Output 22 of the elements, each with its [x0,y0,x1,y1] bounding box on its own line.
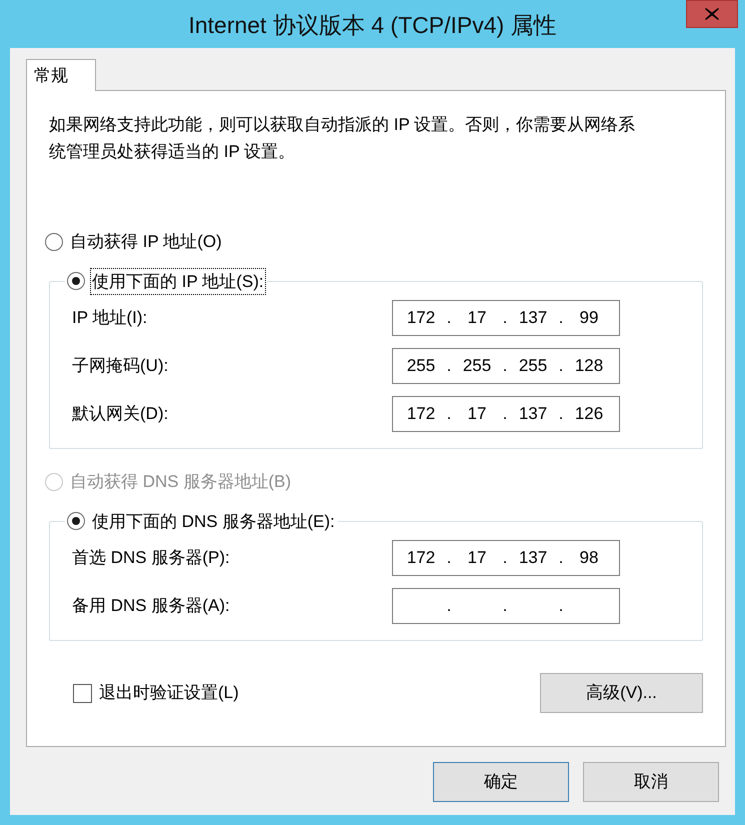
field-label: 首选 DNS 服务器(P): [72,547,231,570]
radio-button[interactable]: 使用下面的 IP 地址(S): [65,268,267,294]
field-label: 默认网关(D): [72,403,170,426]
tab[interactable]: 常规 [26,59,96,91]
close-button[interactable] [686,0,738,28]
ip-address-field[interactable]: 172 . 17 . 137 . 98 [392,540,620,576]
field-label: IP 地址(I): [72,307,148,330]
advanced-button[interactable]: 高级(V)... [540,673,703,713]
field-label: 子网掩码(U): [72,355,170,378]
ip-address-field[interactable]: . . . [392,588,620,624]
field-label: 备用 DNS 服务器(A): [72,595,231,618]
checkbox[interactable]: 退出时验证设置(L) [73,680,239,706]
radio-button[interactable]: 自动获得 IP 地址(O) [43,229,225,254]
ip-address-field[interactable]: 172 . 17 . 137 . 99 [392,300,620,336]
radio-button[interactable]: 使用下面的 DNS 服务器地址(E): [65,508,338,534]
ip-address-field[interactable]: 172 . 17 . 137 . 126 [392,396,620,432]
dialog-button[interactable]: 确定 [433,762,569,802]
ip-address-field[interactable]: 255 . 255 . 255 . 128 [392,348,620,384]
dialog-button[interactable]: 取消 [583,762,719,802]
close-icon [705,8,719,20]
description-text: 如果网络支持此功能，则可以获取自动指派的 IP 设置。否则，你需要从网络系统管理员处获得适当的 IP 设置。 [48,114,636,163]
window-title: Internet 协议版本 4 (TCP/IPv4) 属性 [188,11,557,40]
